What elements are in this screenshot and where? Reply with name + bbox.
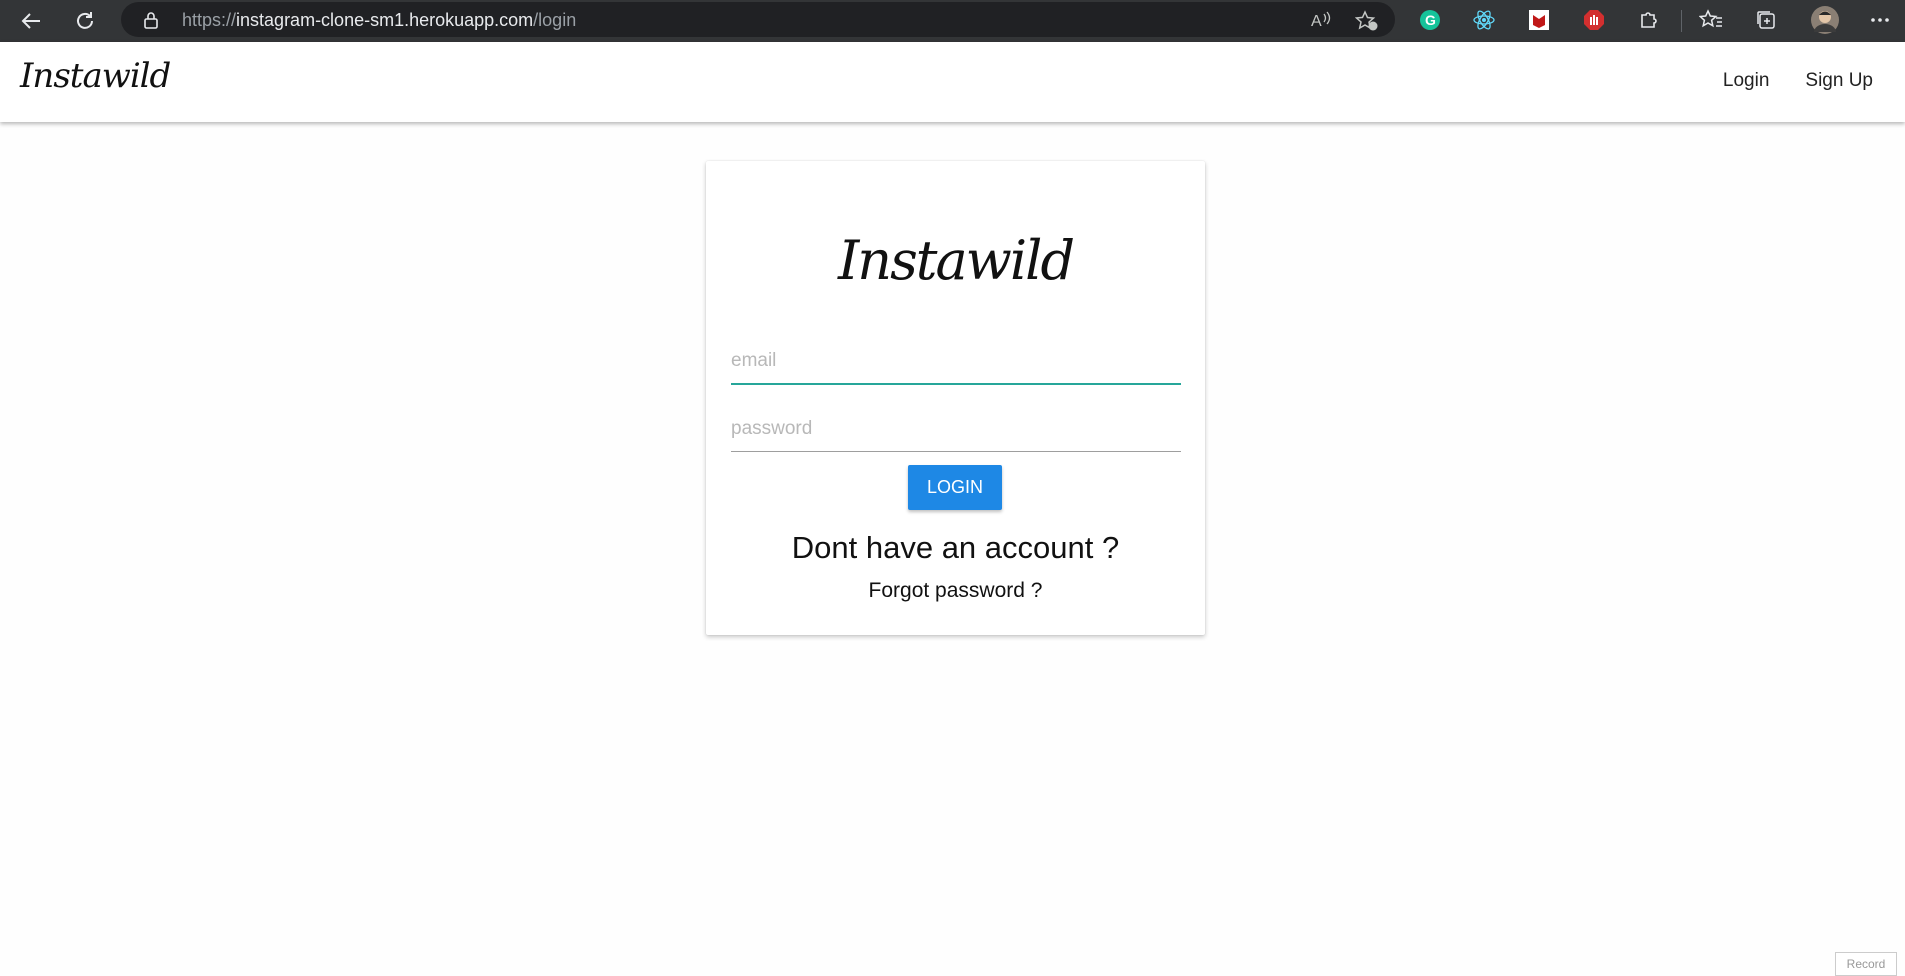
nav-login-link[interactable]: Login <box>1723 70 1770 92</box>
nav-links: Login Sign Up <box>1723 70 1873 92</box>
url-text: https://instagram-clone-sm1.herokuapp.co… <box>182 10 576 31</box>
more-options-icon[interactable] <box>1868 8 1892 32</box>
reload-icon[interactable] <box>70 6 100 36</box>
nav-signup-link[interactable]: Sign Up <box>1805 70 1873 92</box>
login-button[interactable]: LOGIN <box>908 465 1002 510</box>
login-card: Instawild LOGIN Dont have an account ? F… <box>706 161 1205 635</box>
record-button[interactable]: Record <box>1835 952 1897 976</box>
back-icon[interactable] <box>16 6 46 36</box>
adblock-icon[interactable] <box>1582 8 1606 32</box>
app-navbar: Instawild Login Sign Up <box>0 42 1905 122</box>
signup-prompt-link[interactable]: Dont have an account ? <box>706 530 1205 566</box>
card-brand-logo: Instawild <box>837 229 1075 292</box>
email-input[interactable] <box>731 339 1181 385</box>
brand-logo[interactable]: Instawild <box>20 56 171 96</box>
toolbar-divider <box>1681 10 1682 32</box>
react-devtools-icon[interactable] <box>1472 8 1496 32</box>
url-prefix: https:// <box>182 10 237 30</box>
url-host: instagram-clone-sm1.herokuapp.com <box>236 10 534 30</box>
svg-text:G: G <box>1425 12 1436 28</box>
add-favorite-icon[interactable] <box>1354 10 1379 37</box>
grammarly-icon[interactable]: G <box>1418 8 1442 32</box>
profile-avatar[interactable] <box>1811 6 1839 34</box>
url-path: /login <box>533 10 577 30</box>
collections-icon[interactable] <box>1754 8 1778 32</box>
forgot-password-link[interactable]: Forgot password ? <box>706 579 1205 603</box>
browser-toolbar: https://instagram-clone-sm1.herokuapp.co… <box>0 0 1905 42</box>
read-aloud-icon[interactable]: A <box>1310 10 1332 35</box>
mcafee-icon[interactable] <box>1527 8 1551 32</box>
address-bar[interactable]: https://instagram-clone-sm1.herokuapp.co… <box>121 2 1395 37</box>
extensions-icon[interactable] <box>1637 8 1661 32</box>
lock-icon <box>143 11 159 34</box>
favorites-icon[interactable] <box>1699 8 1723 32</box>
svg-text:A: A <box>1311 13 1322 30</box>
password-input[interactable] <box>731 407 1181 452</box>
